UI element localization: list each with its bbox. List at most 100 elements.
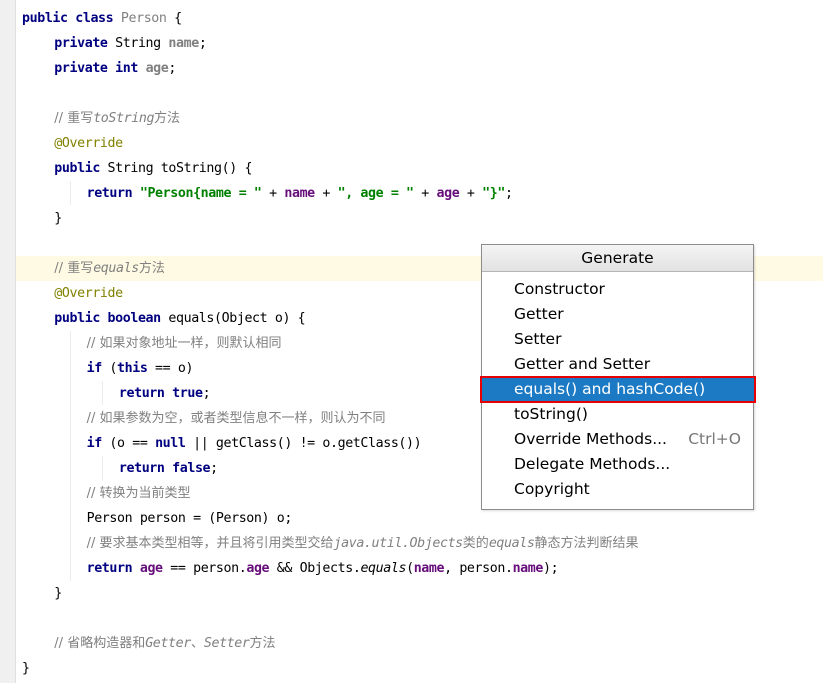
- field-ref: name: [512, 561, 544, 576]
- code-text: +: [459, 186, 483, 201]
- code-text: }: [22, 661, 30, 676]
- string-literal: "}": [482, 186, 505, 201]
- keyword: null: [155, 436, 186, 451]
- code-line[interactable]: }: [16, 581, 823, 606]
- code-text: ;: [504, 186, 513, 201]
- keyword: public: [54, 161, 108, 176]
- keyword: return: [86, 561, 140, 576]
- code-text: == person.: [162, 561, 247, 576]
- keyword: private int: [54, 61, 146, 76]
- comment: 方法: [249, 636, 276, 651]
- code-line[interactable]: private String name;: [16, 31, 823, 56]
- code-text: == o): [147, 361, 194, 376]
- field-ref: name: [284, 186, 315, 201]
- menu-item-constructor[interactable]: Constructor: [482, 277, 753, 302]
- menu-item-label: Setter: [514, 330, 562, 348]
- code-text: ;: [210, 461, 218, 476]
- menu-item-label: Delegate Methods...: [514, 455, 671, 473]
- menu-item-override-methods[interactable]: Override Methods... Ctrl+O: [482, 427, 753, 452]
- menu-item-copyright[interactable]: Copyright: [482, 477, 753, 502]
- string-literal: ", age = ": [337, 186, 414, 201]
- comment: // 转换为当前类型: [86, 486, 191, 501]
- menu-item-label: Getter: [514, 305, 564, 323]
- menu-item-label: Override Methods...: [514, 430, 667, 448]
- code-text: }: [54, 211, 62, 226]
- code-line[interactable]: public class Person {: [16, 6, 823, 31]
- menu-item-getter[interactable]: Getter: [482, 302, 753, 327]
- code-line[interactable]: public String toString() {: [16, 156, 823, 181]
- code-line[interactable]: @Override: [16, 131, 823, 156]
- keyword: return: [86, 186, 140, 201]
- code-text: +: [413, 186, 437, 201]
- comment: Setter: [203, 636, 250, 651]
- field-ref: age: [139, 561, 163, 576]
- annotation: @Override: [54, 136, 123, 151]
- comment: toString: [93, 111, 155, 126]
- comment: 方法: [154, 111, 181, 126]
- keyword: public class: [22, 11, 121, 26]
- code-line[interactable]: }: [16, 206, 823, 231]
- code-text: equals(Object o) {: [168, 311, 306, 326]
- string-literal: "Person{name = ": [139, 186, 262, 201]
- menu-item-setter[interactable]: Setter: [482, 327, 753, 352]
- code-text: || getClass() != o.getClass()): [185, 436, 422, 451]
- field-ref: age: [436, 186, 460, 201]
- code-line[interactable]: [16, 606, 823, 631]
- code-text: ;: [168, 61, 176, 76]
- menu-item-label: equals() and hashCode(): [514, 380, 706, 398]
- code-text: String: [115, 36, 169, 51]
- comment: java.util.Objects: [333, 536, 464, 551]
- method-call: equals: [360, 561, 407, 576]
- code-line[interactable]: return age == person.age && Objects.equa…: [16, 556, 823, 581]
- keyword: if: [86, 361, 110, 376]
- keyword: return false: [118, 461, 211, 476]
- class-name: Person: [120, 11, 167, 26]
- field-ref: age: [246, 561, 270, 576]
- comment: equals: [488, 536, 535, 551]
- menu-item-delegate-methods[interactable]: Delegate Methods...: [482, 452, 753, 477]
- field-decl: name: [168, 36, 199, 51]
- comment: 、: [190, 636, 204, 651]
- code-text: (o ==: [109, 436, 156, 451]
- comment: Getter: [145, 636, 191, 651]
- menu-item-equals-and-hashcode[interactable]: equals() and hashCode(): [480, 376, 756, 403]
- code-line[interactable]: // 重写toString方法: [16, 106, 823, 131]
- field-ref: name: [413, 561, 445, 576]
- code-line[interactable]: }: [16, 656, 823, 681]
- code-text: );: [542, 561, 559, 576]
- menu-item-tostring[interactable]: toString(): [482, 402, 753, 427]
- keyword: private: [54, 36, 116, 51]
- menu-item-label: Getter and Setter: [514, 355, 651, 373]
- code-line[interactable]: // 省略构造器和Getter、Setter方法: [16, 631, 823, 656]
- code-text: ;: [198, 36, 207, 51]
- code-text: String toString() {: [107, 161, 253, 176]
- comment: // 如果参数为空，或者类型信息不一样，则认为不同: [86, 411, 386, 426]
- code-text: +: [261, 186, 285, 201]
- menu-item-getter-and-setter[interactable]: Getter and Setter: [482, 352, 753, 377]
- editor-gutter: [0, 0, 16, 683]
- comment: // 重写: [54, 261, 94, 276]
- comment: equals: [93, 261, 139, 276]
- code-text: Person person = (Person) o;: [86, 511, 293, 526]
- keyword: if: [86, 436, 110, 451]
- keyword: this: [117, 361, 148, 376]
- menu-item-shortcut: Ctrl+O: [688, 430, 741, 448]
- annotation: @Override: [54, 286, 123, 301]
- code-text: {: [166, 11, 182, 26]
- code-line[interactable]: return "Person{name = " + name + ", age …: [16, 181, 823, 206]
- comment: 方法: [138, 261, 165, 276]
- menu-item-label: Copyright: [514, 480, 590, 498]
- code-text: +: [314, 186, 338, 201]
- code-line[interactable]: // 要求基本类型相等，并且将引用类型交给java.util.Objects类的…: [16, 531, 823, 556]
- code-line[interactable]: [16, 81, 823, 106]
- menu-item-label: toString(): [514, 405, 588, 423]
- code-text: , person.: [444, 561, 513, 576]
- code-text: }: [54, 586, 62, 601]
- code-text: (: [109, 361, 118, 376]
- comment: 静态方法判断结果: [534, 536, 639, 551]
- code-text: && Objects.: [269, 561, 361, 576]
- comment: // 要求基本类型相等，并且将引用类型交给: [86, 536, 334, 551]
- popup-title: Generate: [482, 245, 753, 272]
- code-line[interactable]: private int age;: [16, 56, 823, 81]
- comment: // 省略构造器和: [54, 636, 146, 651]
